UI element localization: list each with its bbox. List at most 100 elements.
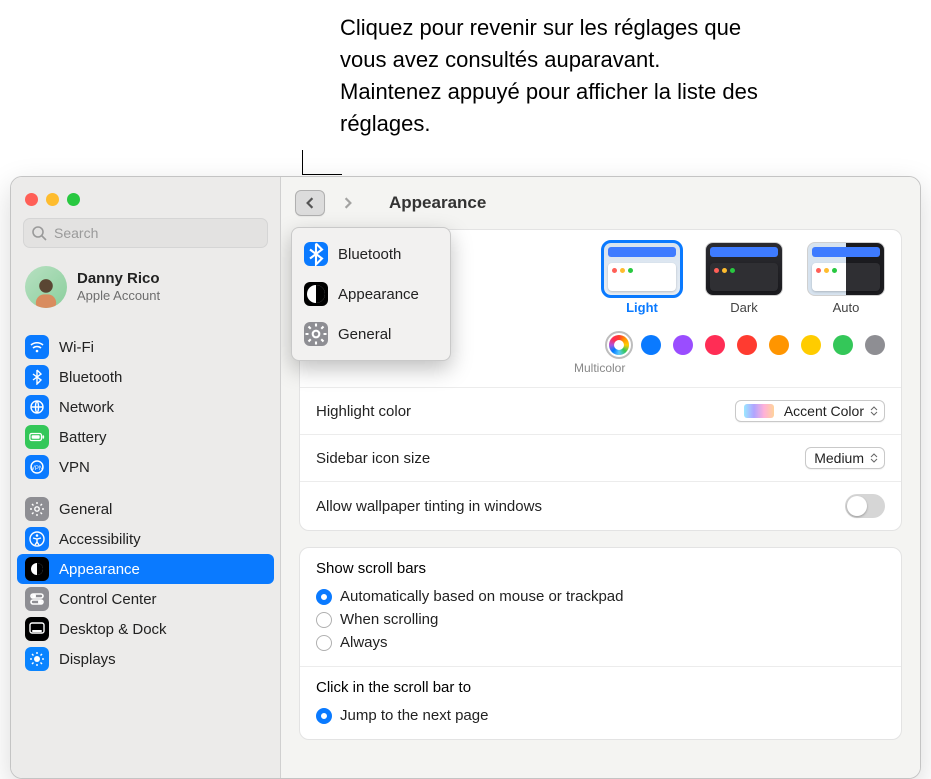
sidebar-item-label: Desktop & Dock	[59, 621, 266, 638]
highlight-color-label: Highlight color	[316, 403, 411, 420]
dock-icon	[25, 617, 49, 641]
highlight-color-value: Accent Color	[784, 403, 864, 419]
svg-text:VPN: VPN	[31, 466, 43, 472]
sidebar-item-wi-fi[interactable]: Wi-Fi	[11, 332, 280, 362]
radio-label: Jump to the next page	[340, 707, 488, 724]
accent-swatch-ff2d55[interactable]	[705, 335, 725, 355]
history-item-appearance[interactable]: Appearance	[298, 274, 444, 314]
annotation-text: Cliquez pour revenir sur les réglages qu…	[340, 12, 760, 140]
accent-swatch-ff9500[interactable]	[769, 335, 789, 355]
sidebar-item-vpn[interactable]: VPN VPN	[11, 452, 280, 482]
history-item-general[interactable]: General	[298, 314, 444, 354]
toolbar: Appearance	[281, 177, 920, 229]
click-scroll-group: Click in the scroll bar to Jump to the n…	[300, 667, 901, 739]
appearance-thumb-auto	[807, 242, 885, 296]
forward-button[interactable]	[333, 190, 363, 216]
sidebar-item-label: Displays	[59, 651, 266, 668]
window-traffic-lights	[11, 187, 280, 218]
sidebar-item-desktop-dock[interactable]: Desktop & Dock	[11, 614, 280, 644]
appearance-option-label: Dark	[705, 300, 783, 315]
wallpaper-tinting-toggle[interactable]	[845, 494, 885, 518]
content-pane: Appearance Bluetooth Appearance General Li…	[281, 177, 920, 778]
radio-label: Automatically based on mouse or trackpad	[340, 588, 623, 605]
bluetooth-icon	[304, 242, 328, 266]
sidebar-item-network[interactable]: Network	[11, 392, 280, 422]
history-item-label: Appearance	[338, 286, 419, 303]
zoom-window-button[interactable]	[67, 193, 80, 206]
settings-window: Danny Rico Apple Account Wi-Fi Bluetooth N…	[10, 176, 921, 779]
search-field-wrap	[23, 218, 268, 248]
minimize-window-button[interactable]	[46, 193, 59, 206]
scrollbars-option[interactable]: Automatically based on mouse or trackpad	[316, 585, 885, 608]
gear-icon	[304, 322, 328, 346]
accent-swatch-ff3b30[interactable]	[737, 335, 757, 355]
sidebar-icon-size-select[interactable]: Medium	[805, 447, 885, 469]
accent-swatch-ffcc00[interactable]	[801, 335, 821, 355]
back-button[interactable]	[295, 190, 325, 216]
sidebar-icon-size-row: Sidebar icon size Medium	[300, 435, 901, 482]
history-item-label: General	[338, 326, 391, 343]
sidebar-item-appearance[interactable]: Appearance	[17, 554, 274, 584]
accessibility-icon	[25, 527, 49, 551]
sidebar-item-label: Bluetooth	[59, 369, 266, 386]
accent-swatch-9a4dff[interactable]	[673, 335, 693, 355]
highlight-color-select[interactable]: Accent Color	[735, 400, 885, 422]
nav-history-popover: Bluetooth Appearance General	[291, 227, 451, 361]
chevron-updown-icon	[870, 452, 878, 464]
battery-icon	[25, 425, 49, 449]
search-icon	[31, 225, 47, 241]
sidebar-item-label: Accessibility	[59, 531, 266, 548]
annotation-callout-line	[302, 150, 342, 175]
radio-icon	[316, 612, 332, 628]
account-row[interactable]: Danny Rico Apple Account	[11, 258, 280, 320]
sidebar-item-label: General	[59, 501, 266, 518]
account-subtitle: Apple Account	[77, 288, 160, 304]
vpn-icon: VPN	[25, 455, 49, 479]
accent-swatch-multicolor[interactable]	[609, 335, 629, 355]
accent-swatch-0a7aff[interactable]	[641, 335, 661, 355]
accent-color-caption: Multicolor	[316, 361, 885, 375]
network-icon	[25, 395, 49, 419]
sidebar-item-general[interactable]: General	[11, 494, 280, 524]
accent-swatch-34c759[interactable]	[833, 335, 853, 355]
radio-icon	[316, 635, 332, 651]
sidebar-item-accessibility[interactable]: Accessibility	[11, 524, 280, 554]
gear-icon	[25, 497, 49, 521]
appearance-option-auto[interactable]: Auto	[807, 242, 885, 315]
scrollbars-option[interactable]: Always	[316, 631, 885, 654]
scroll-bars-group: Show scroll bars Automatically based on …	[300, 548, 901, 667]
appearance-option-light[interactable]: Light	[603, 242, 681, 315]
switches-icon	[25, 587, 49, 611]
sidebar-item-bluetooth[interactable]: Bluetooth	[11, 362, 280, 392]
accent-color-swatches	[609, 335, 885, 355]
sidebar-item-label: Wi-Fi	[59, 339, 266, 356]
appearance-icon	[304, 282, 328, 306]
sidebar-item-label: VPN	[59, 459, 266, 476]
avatar	[25, 266, 67, 308]
radio-icon	[316, 708, 332, 724]
search-input[interactable]	[23, 218, 268, 248]
accent-swatch-8e8e93[interactable]	[865, 335, 885, 355]
click-scroll-option[interactable]: Jump to the next page	[316, 704, 885, 727]
sidebar-icon-size-value: Medium	[814, 450, 864, 466]
sidebar-item-label: Network	[59, 399, 266, 416]
sidebar-item-displays[interactable]: Displays	[11, 644, 280, 674]
sidebar-item-battery[interactable]: Battery	[11, 422, 280, 452]
appearance-thumb-light	[603, 242, 681, 296]
click-scroll-title: Click in the scroll bar to	[316, 679, 885, 696]
history-item-bluetooth[interactable]: Bluetooth	[298, 234, 444, 274]
sidebar-item-control-center[interactable]: Control Center	[11, 584, 280, 614]
appearance-option-label: Light	[603, 300, 681, 315]
wallpaper-tinting-row: Allow wallpaper tinting in windows	[300, 482, 901, 530]
scroll-bars-title: Show scroll bars	[316, 560, 885, 577]
sidebar-icon-size-label: Sidebar icon size	[316, 450, 430, 467]
close-window-button[interactable]	[25, 193, 38, 206]
radio-icon	[316, 589, 332, 605]
appearance-option-dark[interactable]: Dark	[705, 242, 783, 315]
highlight-swatch-icon	[744, 404, 774, 418]
chevron-updown-icon	[870, 405, 878, 417]
highlight-color-row: Highlight color Accent Color	[300, 388, 901, 435]
sidebar-item-label: Battery	[59, 429, 266, 446]
scrollbars-option[interactable]: When scrolling	[316, 608, 885, 631]
sidebar-item-label: Control Center	[59, 591, 266, 608]
